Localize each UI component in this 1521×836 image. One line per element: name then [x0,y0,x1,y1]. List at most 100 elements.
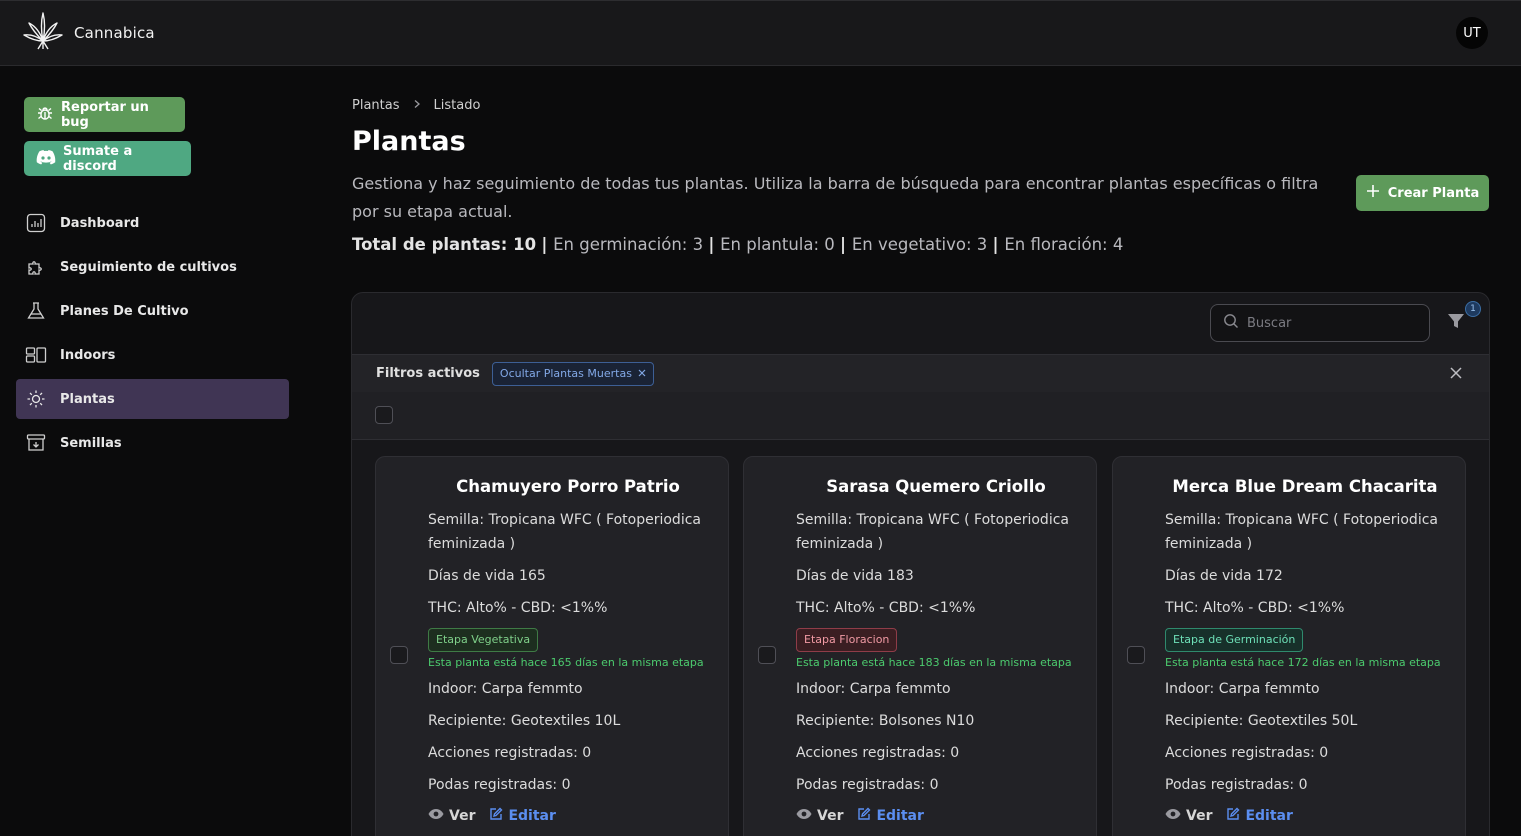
brand[interactable]: Cannabica [22,11,155,55]
plant-name[interactable]: Chamuyero Porro Patrio [418,477,718,496]
card-actions: Ver Editar [428,807,718,825]
plant-days: Días de vida 183 [796,568,914,584]
view-label: Ver [817,808,844,824]
page-title: Plantas [352,126,466,157]
sidebar-item-label: Semillas [60,435,122,451]
breadcrumb-plantas[interactable]: Plantas [352,98,400,113]
search-icon [1223,313,1239,333]
plant-thc: THC: Alto% - CBD: <1%% [428,600,608,616]
edit-button[interactable]: Editar [489,807,556,825]
edit-icon [489,807,503,825]
page-description: Gestiona y haz seguimiento de todas tus … [352,174,1319,221]
plant-thc: THC: Alto% - CBD: <1%% [796,600,976,616]
sidebar-item-indoors[interactable]: Indoors [16,335,289,375]
user-avatar[interactable]: UT [1456,17,1488,49]
create-plant-button[interactable]: Crear Planta [1356,175,1489,211]
edit-label: Editar [876,808,924,824]
top-bar: Cannabica UT [0,0,1521,66]
puzzle-icon [25,256,47,278]
edit-icon [1226,807,1240,825]
discord-label: Sumate a discord [63,143,133,174]
search-box[interactable] [1210,304,1430,342]
plant-seed: Semilla: Tropicana WFC ( Fotoperiodica f… [428,512,701,552]
plant-prunes-count: Podas registradas: 0 [1165,777,1308,793]
chevron-right-icon [412,98,422,113]
sidebar-item-label: Seguimiento de cultivos [60,259,237,275]
sidebar-item-label: Planes De Cultivo [60,303,189,319]
edit-button[interactable]: Editar [1226,807,1293,825]
view-label: Ver [449,808,476,824]
breadcrumb-listado: Listado [433,98,481,113]
sidebar-item-planes[interactable]: Planes De Cultivo [16,291,289,331]
breadcrumb: Plantas Listado [352,98,480,113]
plant-name[interactable]: Merca Blue Dream Chacarita [1155,477,1455,496]
sidebar-item-dashboard[interactable]: Dashboard [16,203,289,243]
plant-name[interactable]: Sarasa Quemero Criollo [786,477,1086,496]
filter-chip-label: Ocultar Plantas Muertas [499,367,632,380]
plant-card: Chamuyero Porro Patrio Semilla: Tropican… [375,456,729,836]
sidebar-item-label: Dashboard [60,215,140,231]
card-actions: Ver Editar [1165,807,1455,825]
filter-chip[interactable]: Ocultar Plantas Muertas [491,361,654,386]
plant-days: Días de vida 172 [1165,568,1283,584]
sun-icon [25,388,47,410]
plants-panel: 1 Filtros activos Ocultar Plantas Muerta… [351,292,1490,836]
sidebar-item-semillas[interactable]: Semillas [16,423,289,463]
clear-filters-close-icon[interactable] [1449,365,1465,381]
stage-badge: Etapa Floracion [796,628,898,652]
eye-icon [428,808,444,824]
edit-button[interactable]: Editar [857,807,924,825]
edit-icon [857,807,871,825]
plant-actions-count: Acciones registradas: 0 [1165,745,1329,761]
stage-badge: Etapa de Germinación [1165,628,1304,652]
filter-icon[interactable] [1445,310,1469,334]
search-input[interactable] [1247,315,1407,331]
card-actions: Ver Editar [796,807,1086,825]
active-filters-bar: Filtros activos Ocultar Plantas Muertas [352,354,1489,392]
plant-card: Merca Blue Dream Chacarita Semilla: Trop… [1112,456,1466,836]
chart-icon [25,212,47,234]
plant-indoor: Indoor: Carpa femmto [1165,681,1320,697]
sidebar-item-label: Plantas [60,391,115,407]
select-all-checkbox[interactable] [375,406,393,424]
archive-icon [25,432,47,454]
plant-card-body: Chamuyero Porro Patrio Semilla: Tropican… [428,457,718,825]
eye-icon [796,808,812,824]
indoor-icon [25,344,47,366]
view-button[interactable]: Ver [1165,807,1212,825]
stat-separator: | [840,235,852,254]
close-icon[interactable] [638,367,646,380]
sidebar: Reportar un bug Sumate a discord Dashboa… [0,66,305,836]
plant-indoor: Indoor: Carpa femmto [796,681,951,697]
stat-separator: | [541,235,554,254]
sidebar-item-seguimiento[interactable]: Seguimiento de cultivos [16,247,289,287]
plant-container: Recipiente: Geotextiles 50L [1165,713,1358,729]
stat-separator: | [708,235,721,254]
edit-label: Editar [1245,808,1293,824]
plant-checkbox[interactable] [390,646,408,664]
discord-icon [36,149,56,169]
plant-days: Días de vida 165 [428,568,546,584]
report-bug-button[interactable]: Reportar un bug [24,97,185,132]
stage-note: Esta planta está hace 165 días en la mis… [428,656,704,669]
stat-floracion: En floración: 4 [1004,235,1124,254]
app-name: Cannabica [74,24,155,42]
stage-note: Esta planta está hace 172 días en la mis… [1165,656,1441,669]
sidebar-item-label: Indoors [60,347,116,363]
plant-checkbox[interactable] [1127,646,1145,664]
plant-prunes-count: Podas registradas: 0 [428,777,571,793]
edit-label: Editar [508,808,556,824]
discord-button[interactable]: Sumate a discord [24,141,191,176]
plant-seed: Semilla: Tropicana WFC ( Fotoperiodica f… [796,512,1069,552]
plant-indoor: Indoor: Carpa femmto [428,681,583,697]
plant-checkbox[interactable] [758,646,776,664]
stat-plantula: En plantula: 0 [720,235,835,254]
view-button[interactable]: Ver [428,807,475,825]
sidebar-item-plantas[interactable]: Plantas [16,379,289,419]
view-button[interactable]: Ver [796,807,843,825]
bug-icon [36,104,54,126]
stat-germinacion: En germinación: 3 [553,235,704,254]
plant-card: Sarasa Quemero Criollo Semilla: Tropican… [743,456,1097,836]
plant-container: Recipiente: Geotextiles 10L [428,713,621,729]
plant-card-body: Merca Blue Dream Chacarita Semilla: Trop… [1165,457,1455,825]
